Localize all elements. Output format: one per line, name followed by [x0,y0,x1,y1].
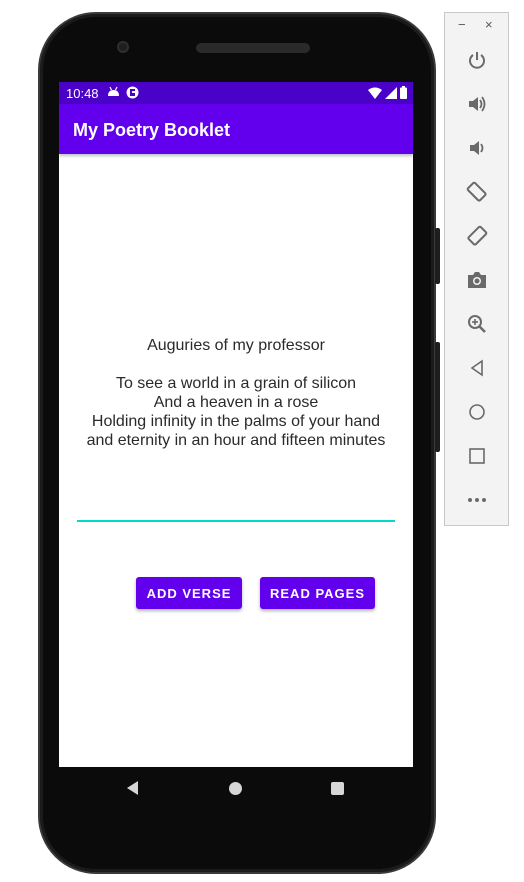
status-bar: 10:48 [59,82,413,104]
minimize-button[interactable]: − [458,17,466,32]
poem-line: Holding infinity in the palms of your ha… [91,413,381,430]
front-camera [117,41,129,53]
zoom-icon[interactable] [462,309,492,339]
volume-up-icon[interactable] [462,89,492,119]
android-debug-icon [108,86,119,96]
poem-line: To see a world in a grain of silicon [115,375,357,392]
add-verse-button[interactable]: ADD VERSE [136,577,242,609]
home-icon[interactable] [462,397,492,427]
poem-text: Auguries of my professor To see a world … [59,336,413,450]
volume-side-button [435,342,440,452]
wifi-icon [368,87,382,99]
close-button[interactable]: × [485,17,493,32]
rotate-right-icon[interactable] [462,221,492,251]
rotate-left-icon[interactable] [462,177,492,207]
status-time: 10:48 [66,86,99,101]
poem-line: And a heaven in a rose [153,394,319,411]
more-icon[interactable] [462,485,492,515]
overview-icon[interactable] [462,441,492,471]
camera-icon[interactable] [462,265,492,295]
app-notification-icon [126,86,139,99]
power-icon[interactable] [462,45,492,75]
nav-recents-icon[interactable] [331,782,344,795]
read-pages-button[interactable]: READ PAGES [260,577,375,609]
signal-icon [385,86,397,99]
navigation-bar [59,767,413,809]
app-title: My Poetry Booklet [73,120,231,140]
nav-back-icon[interactable] [127,781,138,795]
battery-icon [400,86,407,99]
nav-home-icon[interactable] [229,782,242,795]
poem-line: and eternity in an hour and fifteen minu… [86,432,386,449]
emulator-toolbar: − × [444,12,509,526]
device-screen: 10:48 My Poetry Booklet Auguries of my p… [59,82,413,767]
earpiece-speaker [196,43,310,53]
volume-down-icon[interactable] [462,133,492,163]
back-icon[interactable] [462,353,492,383]
verse-input[interactable] [77,500,395,522]
power-side-button [435,228,440,284]
poem-title: Auguries of my professor [147,337,325,354]
app-bar: My Poetry Booklet [59,104,413,154]
